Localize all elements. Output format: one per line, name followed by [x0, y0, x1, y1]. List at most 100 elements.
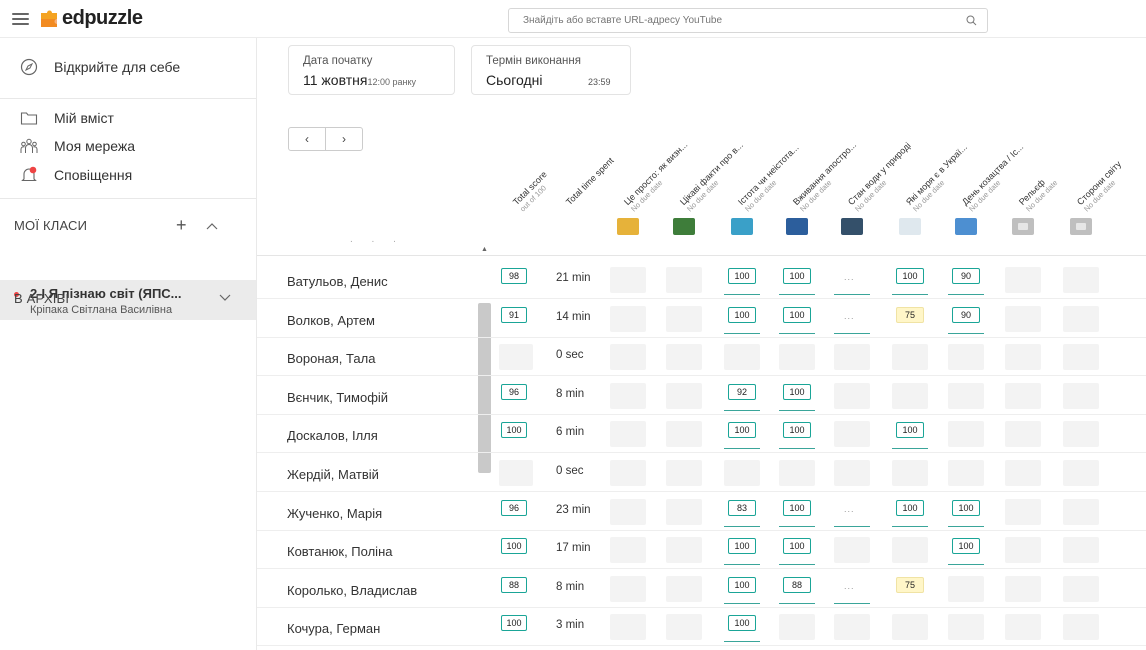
- assignment-score-badge[interactable]: 100: [728, 576, 756, 593]
- assignment-score-badge[interactable]: 92: [728, 383, 756, 400]
- assignment-score-badge[interactable]: 90: [952, 306, 980, 323]
- score-underline: [948, 525, 984, 527]
- video-thumbnail[interactable]: [731, 218, 753, 235]
- table-header-divider: [257, 255, 1146, 256]
- table-row[interactable]: Вєнчик, Тимофій 96 8 min 92 100: [257, 377, 1146, 415]
- assignment-score-badge[interactable]: 100: [896, 268, 924, 284]
- previous-page-button[interactable]: ‹: [289, 128, 326, 150]
- assignment-score-badge[interactable]: 100: [896, 422, 924, 439]
- assignment-score-badge[interactable]: 100: [783, 422, 811, 439]
- total-score-badge: 100: [501, 538, 527, 555]
- table-row[interactable]: Кочура, Герман 100 3 min 100: [257, 608, 1146, 647]
- chevron-down-icon[interactable]: [219, 294, 231, 302]
- time-spent: 21 min: [556, 272, 591, 284]
- sidebar-item-my-network[interactable]: Моя мережа: [0, 138, 135, 154]
- video-thumbnail[interactable]: [1070, 218, 1092, 235]
- table-row[interactable]: Королько, Владислав 88 8 min 100 88... 75: [257, 570, 1146, 608]
- assignment-score-badge[interactable]: 100: [783, 383, 811, 400]
- assignment-score-badge[interactable]: 100: [728, 615, 756, 632]
- video-thumbnail[interactable]: [786, 218, 808, 235]
- video-thumbnail[interactable]: [1012, 218, 1034, 235]
- student-name[interactable]: Волков, Артем: [287, 313, 375, 328]
- video-thumbnail[interactable]: [899, 218, 921, 235]
- empty-cell: [892, 460, 928, 486]
- search-input[interactable]: [509, 9, 949, 32]
- student-name[interactable]: Жученко, Марія: [287, 506, 382, 521]
- column-header[interactable]: Total score out of 100: [511, 169, 555, 213]
- empty-cell: [834, 614, 870, 641]
- empty-cell: [610, 382, 646, 409]
- due-date-label: Термін виконання: [486, 55, 581, 67]
- assignment-score-badge[interactable]: 100: [952, 538, 980, 555]
- column-header[interactable]: Total time spent: [564, 155, 616, 207]
- student-name[interactable]: Жердій, Матвій: [287, 467, 379, 482]
- assignment-score-badge[interactable]: 83: [728, 499, 756, 516]
- assignment-score-badge[interactable]: 100: [728, 268, 756, 284]
- start-date-card[interactable]: Дата початку 11 жовтня12:00 ранку: [288, 45, 455, 95]
- student-name[interactable]: Кочура, Герман: [287, 621, 380, 636]
- column-header[interactable]: Сторони світу No due date: [1075, 159, 1129, 213]
- chevron-up-icon[interactable]: [206, 222, 218, 230]
- student-name[interactable]: Ковтанюк, Поліна: [287, 544, 392, 559]
- empty-cell: [1063, 498, 1099, 525]
- assignment-score-badge[interactable]: 100: [896, 499, 924, 516]
- due-date-time: 23:59: [588, 77, 611, 87]
- sidebar-item-notifications[interactable]: Сповіщення: [0, 166, 132, 184]
- video-thumbnail[interactable]: [617, 218, 639, 235]
- empty-cell: [1005, 537, 1041, 564]
- assignment-score-badge[interactable]: 100: [728, 538, 756, 555]
- table-row[interactable]: Ковтанюк, Поліна 100 17 min 100 100 100: [257, 531, 1146, 570]
- table-row[interactable]: Доскалов, Ілля 100 6 min 100 100 100: [257, 415, 1146, 454]
- menu-icon[interactable]: [12, 13, 29, 25]
- logo-text[interactable]: edpuzzle: [62, 7, 143, 30]
- student-name[interactable]: Доскалов, Ілля: [287, 428, 378, 443]
- score-underline: [779, 448, 815, 450]
- scroll-up-icon[interactable]: ▲: [481, 246, 488, 253]
- next-page-button[interactable]: ›: [326, 128, 362, 150]
- assignment-score-badge[interactable]: 100: [952, 499, 980, 516]
- student-name[interactable]: Вєнчик, Тимофій: [287, 390, 388, 405]
- sidebar-item-label: Відкрийте для себе: [54, 59, 181, 75]
- assignment-score-badge[interactable]: 100: [728, 306, 756, 323]
- assignment-score-badge[interactable]: 100: [783, 268, 811, 284]
- video-thumbnail[interactable]: [841, 218, 863, 235]
- assignment-score-badge[interactable]: 100: [728, 422, 756, 439]
- empty-cell: [892, 382, 928, 409]
- empty-cell: [610, 460, 646, 486]
- student-name[interactable]: Вороная, Тала: [287, 351, 375, 366]
- assignment-score-badge[interactable]: 88: [783, 576, 811, 593]
- archive-heading[interactable]: В АРХІВІ: [14, 291, 69, 306]
- empty-cell: [610, 344, 646, 371]
- add-class-button[interactable]: +: [176, 215, 187, 236]
- due-date-value: Сьогодні: [486, 72, 543, 88]
- empty-cell: [1005, 344, 1041, 371]
- video-thumbnail[interactable]: [673, 218, 695, 235]
- sidebar-item-my-content[interactable]: Мій вміст: [0, 110, 114, 126]
- time-spent: 8 min: [556, 387, 585, 400]
- table-row[interactable]: Жердій, Матвій 0 sec: [257, 454, 1146, 492]
- due-date-card[interactable]: Термін виконання Сьогодні 23:59: [471, 45, 631, 95]
- sidebar-item-discover[interactable]: Відкрийте для себе: [0, 58, 180, 76]
- empty-cell: [666, 537, 702, 564]
- time-spent: 14 min: [556, 310, 591, 323]
- table-row[interactable]: Волков, Артем 91 14 min 100 100... 75 90: [257, 300, 1146, 338]
- student-name[interactable]: Ватульов, Денис: [287, 274, 388, 289]
- empty-cell: [666, 421, 702, 448]
- column-header[interactable]: Рельєф No due date: [1017, 171, 1059, 213]
- table-row[interactable]: Вороная, Тала 0 sec: [257, 338, 1146, 377]
- assignment-score-badge[interactable]: 90: [952, 268, 980, 284]
- assignment-score-badge[interactable]: 100: [783, 306, 811, 323]
- search-icon[interactable]: [966, 15, 977, 26]
- progress-underline: [834, 332, 870, 334]
- assignment-score-badge[interactable]: 100: [783, 499, 811, 516]
- assignment-score-badge[interactable]: 100: [783, 538, 811, 555]
- table-row[interactable]: Жученко, Марія 96 23 min 83 100... 100 100: [257, 493, 1146, 531]
- table-row[interactable]: Ватульов, Денис 98 21 min 100 100... 100 90: [257, 261, 1146, 299]
- video-thumbnail[interactable]: [955, 218, 977, 235]
- in-progress-indicator: ...: [844, 272, 855, 282]
- edpuzzle-logo-icon[interactable]: [38, 8, 60, 30]
- assignment-score-badge[interactable]: 75: [896, 306, 924, 323]
- assignment-score-badge[interactable]: 75: [896, 576, 924, 593]
- start-date-day: 11 жовтня: [303, 72, 368, 88]
- student-name[interactable]: Королько, Владислав: [287, 583, 417, 598]
